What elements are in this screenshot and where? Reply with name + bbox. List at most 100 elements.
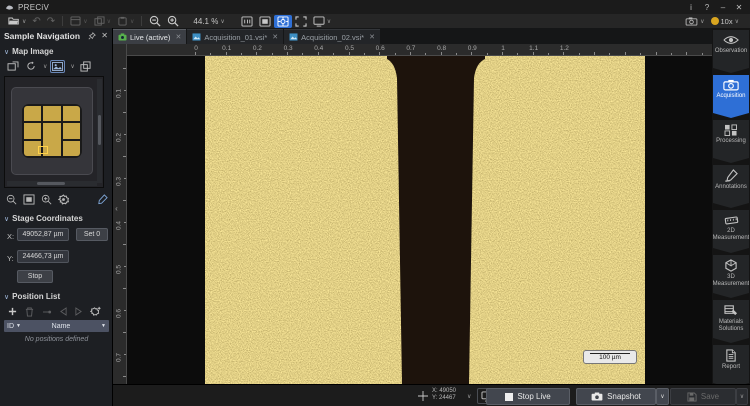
snapshot-options-chevron[interactable]: ∨ xyxy=(656,388,669,405)
panel-close-icon[interactable]: ✕ xyxy=(101,31,108,40)
tab-bar: Live (active)✕Acquisition_01.vsi*✕Acquis… xyxy=(113,28,712,44)
sidebar-item-processing[interactable]: Processing xyxy=(713,120,749,163)
sidebar-item-report[interactable]: Report xyxy=(713,345,749,388)
move-to-position-icon[interactable] xyxy=(42,308,52,316)
stage-coordinates-title: Stage Coordinates xyxy=(12,214,83,223)
stop-live-button[interactable]: Stop Live xyxy=(486,388,570,405)
pin-icon[interactable] xyxy=(88,32,96,40)
image-file-icon xyxy=(192,33,201,41)
ruler-label: 0 xyxy=(189,45,203,52)
ruler-tick xyxy=(548,53,549,55)
y-label: Y: xyxy=(7,254,14,263)
ruler-tick xyxy=(210,53,211,55)
save-icon xyxy=(687,392,697,402)
camera-select[interactable]: ∨ xyxy=(682,15,707,28)
save-options-chevron[interactable]: ∨ xyxy=(736,388,748,405)
tab-acquisition-1[interactable]: Acquisition_01.vsi*✕ xyxy=(187,29,283,44)
sidebar-item-3d-measurement[interactable]: 3D Measurement xyxy=(713,255,749,298)
sidebar-item-materials-solutions[interactable]: Materials Solutions xyxy=(713,300,749,343)
fit-to-screen-button[interactable] xyxy=(256,15,274,28)
map-window-icon[interactable] xyxy=(5,60,20,73)
map-settings-icon[interactable] xyxy=(58,194,69,205)
map-fit-icon[interactable] xyxy=(23,194,35,205)
zoom-out-button[interactable] xyxy=(146,15,164,28)
ruler-label: 0.3 xyxy=(281,45,295,52)
display-mode-button[interactable]: ∨ xyxy=(310,15,334,28)
tab-live[interactable]: Live (active)✕ xyxy=(113,29,186,44)
collapse-chevron-icon: ∨ xyxy=(4,293,9,301)
objective-select[interactable]: 10x∨ xyxy=(708,15,743,28)
map-layers-icon[interactable] xyxy=(78,60,93,73)
stage-coordinates-header[interactable]: ∨ Stage Coordinates xyxy=(4,214,83,223)
layout-tool-button[interactable]: ∨ xyxy=(67,15,90,28)
filter-icon[interactable]: ▼ xyxy=(101,323,106,329)
position-list-header[interactable]: ∨ Position List xyxy=(4,292,60,301)
undo-button[interactable]: ↶ xyxy=(29,15,43,28)
sidebar-item-annotations[interactable]: Annotations xyxy=(713,165,749,208)
zoom-level-select[interactable]: 44.1 %∨ xyxy=(190,15,227,28)
map-zoom-out-icon[interactable] xyxy=(6,194,17,205)
set-zero-button[interactable]: Set 0 xyxy=(76,228,108,241)
stage-position-marker xyxy=(38,146,48,154)
sidebar-item-2d-measurement[interactable]: 2D Measurement xyxy=(713,210,749,253)
settings-icon[interactable]: gear xyxy=(667,1,683,13)
map-image-header[interactable]: ∨ Map Image xyxy=(0,45,112,58)
ruler-tick xyxy=(124,354,126,355)
position-settings-icon[interactable] xyxy=(90,306,101,317)
report-icon xyxy=(725,349,737,362)
map-brush-icon[interactable] xyxy=(97,194,108,205)
crosshair-icon xyxy=(418,391,428,401)
tab-close-icon[interactable]: ✕ xyxy=(175,33,181,41)
ruler-tick xyxy=(441,52,442,55)
minimize-icon[interactable]: – xyxy=(715,1,731,13)
sidebar-item-observation[interactable]: Observation xyxy=(713,30,749,73)
position-list-toolbar xyxy=(8,306,106,317)
redo-button[interactable]: ↷ xyxy=(44,15,58,28)
stage-x-field[interactable]: 49052,87 µm xyxy=(17,228,69,241)
tab-close-icon[interactable]: ✕ xyxy=(272,33,278,41)
zoom-in-button[interactable] xyxy=(164,15,182,28)
ruler-tick xyxy=(456,53,457,55)
position-table-header[interactable]: ID ▼ Name ▼ xyxy=(4,320,109,332)
map-zoom-in-icon[interactable] xyxy=(41,194,52,205)
bottom-bar: X: 49050 Y: 24467 ∨ Stop Live Snapshot ∨… xyxy=(113,384,750,406)
panel-collapse-handle[interactable]: ‹ xyxy=(113,198,120,218)
materials-icon xyxy=(724,304,738,317)
delete-position-icon[interactable] xyxy=(25,307,34,317)
snapshot-button[interactable]: Snapshot xyxy=(576,388,656,405)
map-hscrollbar[interactable] xyxy=(7,181,97,186)
sidebar-item-label: Annotations xyxy=(714,184,748,191)
save-button[interactable]: Save xyxy=(670,388,736,405)
stage-y-field[interactable]: 24466,73 µm xyxy=(17,250,69,263)
ruler-tick xyxy=(395,53,396,55)
next-position-icon[interactable] xyxy=(75,307,82,316)
map-refresh-button[interactable] xyxy=(23,60,38,73)
overview-navigator-button[interactable] xyxy=(274,15,292,28)
sidebar-item-acquisition[interactable]: Acquisition xyxy=(713,75,749,118)
actual-size-button[interactable] xyxy=(238,15,256,28)
xy-dropdown-chevron[interactable]: ∨ xyxy=(467,393,471,400)
column-id: ID xyxy=(7,323,14,330)
copy-tool-button[interactable]: ∨ xyxy=(91,15,114,28)
add-position-icon[interactable] xyxy=(8,307,17,316)
ruler-tick xyxy=(124,134,126,135)
previous-position-icon[interactable] xyxy=(60,307,67,316)
info-icon[interactable]: i xyxy=(683,1,699,13)
live-specimen-image[interactable]: 100 µm xyxy=(205,56,645,384)
open-button[interactable]: ∨ xyxy=(5,15,29,28)
stop-button[interactable]: Stop xyxy=(17,270,53,283)
ruler-tick xyxy=(609,53,610,55)
position-list-title: Position List xyxy=(12,292,60,301)
image-canvas[interactable]: 00.10.20.30.40.50.60.70.80.911.11.2 0.10… xyxy=(113,44,712,384)
map-acquire-button[interactable] xyxy=(50,60,65,73)
tab-acquisition-2[interactable]: Acquisition_02.vsi*✕ xyxy=(284,29,380,44)
map-vscrollbar[interactable] xyxy=(97,79,102,183)
ruler-tick xyxy=(625,52,626,55)
fullscreen-button[interactable] xyxy=(292,15,310,28)
map-thumbnail[interactable] xyxy=(4,76,104,188)
camera-icon xyxy=(723,79,739,91)
help-icon[interactable]: ? xyxy=(699,1,715,13)
paste-tool-button[interactable]: ∨ xyxy=(114,15,137,28)
close-icon[interactable]: ✕ xyxy=(731,1,747,13)
tab-close-icon[interactable]: ✕ xyxy=(369,33,375,41)
